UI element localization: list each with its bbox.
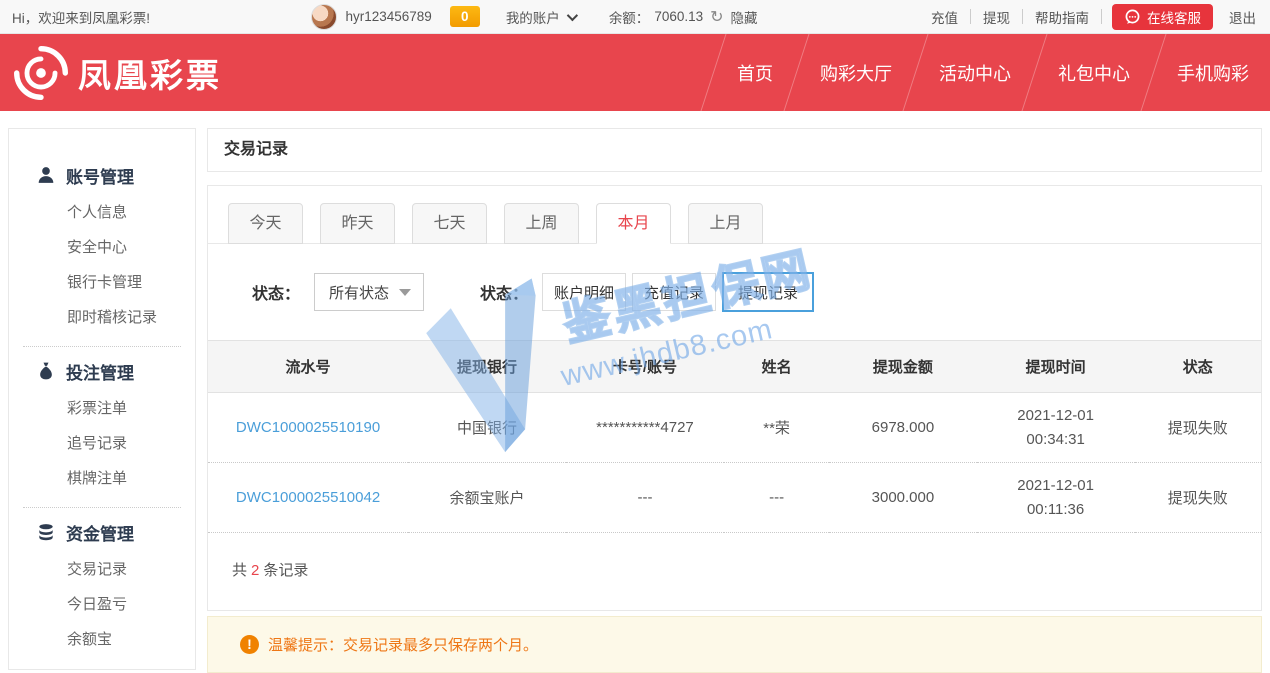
- filter-recharge-records-button[interactable]: 充值记录: [632, 273, 716, 311]
- sidebar-section-funds: 资金管理: [9, 512, 195, 552]
- sidebar-item-personal-info[interactable]: 个人信息: [9, 195, 195, 230]
- record-count-summary: 共2条记录: [208, 533, 1261, 610]
- tab-last-week[interactable]: 上周: [504, 203, 579, 244]
- amount-cell: 3000.000: [829, 463, 976, 533]
- warning-icon: !: [240, 635, 259, 654]
- nav-menu: 首页 购彩大厅 活动中心 礼包中心 手机购彩: [711, 34, 1270, 111]
- bank-cell: 中国银行: [408, 393, 566, 463]
- topbar-links: 充值 提现 帮助指南 在线客服 退出: [919, 4, 1258, 30]
- col-card: 卡号/账号: [566, 341, 724, 393]
- col-bank: 提现银行: [408, 341, 566, 393]
- tab-seven-days[interactable]: 七天: [412, 203, 487, 244]
- card-cell: ***********4727: [566, 393, 724, 463]
- filter-row: 状态： 所有状态 状态： 账户明细 充值记录 提现记录: [208, 244, 1261, 340]
- refresh-icon[interactable]: ↻: [710, 7, 723, 27]
- phoenix-swirl-icon: [14, 46, 68, 100]
- serial-link[interactable]: DWC1000025510190: [208, 393, 408, 463]
- message-count-badge[interactable]: 0: [450, 6, 480, 27]
- filter-withdraw-records-button[interactable]: 提现记录: [722, 272, 814, 312]
- nav-item-activity[interactable]: 活动中心: [918, 34, 1032, 111]
- username-text: hyr123456789: [345, 9, 431, 24]
- balance-label: 余额：: [609, 7, 650, 27]
- sidebar-item-lottery-orders[interactable]: 彩票注单: [9, 391, 195, 426]
- type-filter-label: 状态：: [480, 280, 528, 304]
- tab-this-month[interactable]: 本月: [596, 203, 671, 244]
- hide-balance-link[interactable]: 隐藏: [731, 7, 758, 27]
- notice-banner: ! 温馨提示：交易记录最多只保存两个月。: [207, 616, 1262, 673]
- status-cell: 提现失败: [1135, 463, 1261, 533]
- col-time: 提现时间: [977, 341, 1135, 393]
- records-table: 流水号 提现银行 卡号/账号 姓名 提现金额 提现时间 状态 DWC100002…: [208, 340, 1261, 533]
- date-range-tabs: 今天 昨天 七天 上周 本月 上月: [208, 186, 1261, 244]
- time-cell: 2021-12-01 00:11:36: [977, 463, 1135, 533]
- col-serial: 流水号: [208, 341, 408, 393]
- account-info-group: hyr123456789 0 我的账户 余额： 7060.13 ↻ 隐藏: [311, 4, 757, 30]
- logout-link[interactable]: 退出: [1223, 7, 1258, 27]
- name-cell: **荣: [724, 393, 829, 463]
- headset-icon: [1124, 8, 1141, 25]
- sidebar-divider: [23, 346, 181, 347]
- col-amount: 提现金额: [829, 341, 976, 393]
- page-title: 交易记录: [207, 128, 1262, 172]
- name-cell: ---: [724, 463, 829, 533]
- user-icon: [36, 165, 56, 185]
- withdraw-link[interactable]: 提现: [971, 7, 1022, 27]
- top-bar: Hi，欢迎来到凤凰彩票! hyr123456789 0 我的账户 余额： 706…: [0, 0, 1270, 34]
- nav-item-gift[interactable]: 礼包中心: [1037, 34, 1151, 111]
- sidebar-item-audit-records[interactable]: 即时稽核记录: [9, 300, 195, 335]
- sidebar: 账号管理 个人信息 安全中心 银行卡管理 即时稽核记录 投注管理 彩票注单 追号…: [8, 128, 196, 670]
- my-account-dropdown[interactable]: 我的账户: [506, 7, 575, 27]
- sidebar-item-transaction-records[interactable]: 交易记录: [9, 552, 195, 587]
- amount-cell: 6978.000: [829, 393, 976, 463]
- notice-text: 温馨提示：交易记录最多只保存两个月。: [268, 634, 538, 655]
- nav-item-hall[interactable]: 购彩大厅: [799, 34, 913, 111]
- chevron-down-icon: [567, 9, 578, 20]
- tab-today[interactable]: 今天: [228, 203, 303, 244]
- col-name: 姓名: [724, 341, 829, 393]
- sidebar-item-chase-records[interactable]: 追号记录: [9, 426, 195, 461]
- user-avatar[interactable]: [311, 4, 337, 30]
- sidebar-item-today-pnl[interactable]: 今日盈亏: [9, 587, 195, 622]
- main-panel: 交易记录 今天 昨天 七天 上周 本月 上月 状态： 所有状态 状态： 账户明细…: [207, 128, 1262, 673]
- sidebar-section-account: 账号管理: [9, 155, 195, 195]
- status-filter-label: 状态：: [252, 280, 300, 304]
- sidebar-section-betting: 投注管理: [9, 351, 195, 391]
- content-box: 今天 昨天 七天 上周 本月 上月 状态： 所有状态 状态： 账户明细 充值记录…: [207, 185, 1262, 611]
- moneybag-icon: [36, 361, 56, 381]
- table-row: DWC1000025510190 中国银行 ***********4727 **…: [208, 393, 1261, 463]
- main-nav: 凤凰彩票 首页 购彩大厅 活动中心 礼包中心 手机购彩: [0, 34, 1270, 111]
- filter-account-detail-button[interactable]: 账户明细: [542, 273, 626, 311]
- brand-logo[interactable]: 凤凰彩票: [14, 46, 222, 100]
- status-cell: 提现失败: [1135, 393, 1261, 463]
- serial-link[interactable]: DWC1000025510042: [208, 463, 408, 533]
- sidebar-divider: [23, 507, 181, 508]
- tab-last-month[interactable]: 上月: [688, 203, 763, 244]
- tab-yesterday[interactable]: 昨天: [320, 203, 395, 244]
- nav-item-home[interactable]: 首页: [716, 34, 794, 111]
- recharge-link[interactable]: 充值: [919, 7, 970, 27]
- sidebar-item-board-orders[interactable]: 棋牌注单: [9, 461, 195, 496]
- status-select[interactable]: 所有状态: [314, 273, 424, 311]
- brand-name: 凤凰彩票: [78, 49, 222, 97]
- bank-cell: 余额宝账户: [408, 463, 566, 533]
- time-cell: 2021-12-01 00:34:31: [977, 393, 1135, 463]
- record-count: 2: [247, 562, 263, 579]
- sidebar-item-yuebao[interactable]: 余额宝: [9, 622, 195, 657]
- table-row: DWC1000025510042 余额宝账户 --- --- 3000.000 …: [208, 463, 1261, 533]
- dropdown-arrow-icon: [399, 289, 411, 296]
- greeting-text: Hi，欢迎来到凤凰彩票!: [12, 7, 150, 27]
- online-service-button[interactable]: 在线客服: [1112, 4, 1213, 30]
- funds-icon: [36, 522, 56, 542]
- help-guide-link[interactable]: 帮助指南: [1023, 7, 1101, 27]
- sidebar-item-bank-cards[interactable]: 银行卡管理: [9, 265, 195, 300]
- table-header-row: 流水号 提现银行 卡号/账号 姓名 提现金额 提现时间 状态: [208, 341, 1261, 393]
- sidebar-item-security-center[interactable]: 安全中心: [9, 230, 195, 265]
- col-status: 状态: [1135, 341, 1261, 393]
- balance-value: 7060.13: [654, 9, 703, 24]
- card-cell: ---: [566, 463, 724, 533]
- nav-item-mobile[interactable]: 手机购彩: [1156, 34, 1270, 111]
- balance-display: 余额： 7060.13 ↻ 隐藏: [609, 7, 758, 27]
